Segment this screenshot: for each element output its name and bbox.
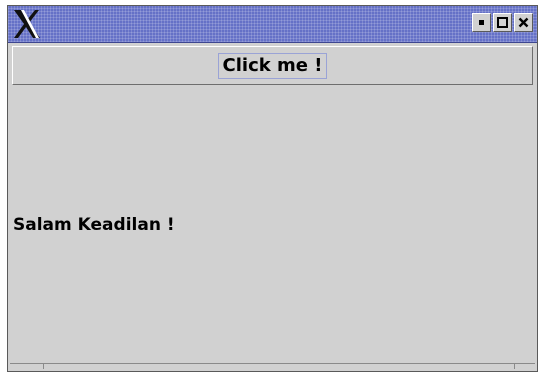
title-bar[interactable] [8, 6, 537, 43]
x-logo-icon[interactable] [11, 8, 43, 40]
click-me-button-label: Click me ! [217, 52, 328, 79]
minimize-icon [479, 20, 484, 25]
close-button[interactable] [514, 13, 533, 32]
maximize-icon [497, 17, 508, 28]
resize-grip-right[interactable] [514, 364, 515, 369]
close-icon [518, 17, 529, 28]
message-label: Salam Keadilan ! [13, 215, 175, 235]
app-window: Click me ! Salam Keadilan ! [7, 5, 538, 372]
window-bottom-border[interactable] [10, 363, 535, 369]
resize-grip-left[interactable] [43, 364, 44, 369]
click-me-button[interactable]: Click me ! [12, 46, 533, 85]
content-panel: Salam Keadilan ! [10, 89, 535, 367]
minimize-button[interactable] [472, 13, 491, 32]
window-controls [472, 13, 533, 32]
maximize-button[interactable] [493, 13, 512, 32]
